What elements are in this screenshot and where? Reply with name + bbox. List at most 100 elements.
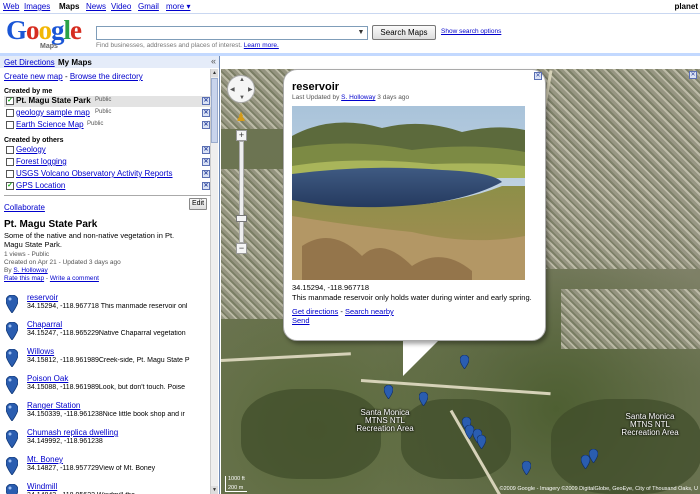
- scroll-down-icon[interactable]: ▼: [211, 486, 218, 494]
- zoom-in-button[interactable]: +: [236, 130, 247, 141]
- get-directions-link[interactable]: Get directions: [292, 307, 338, 316]
- my-map-row[interactable]: geology sample map Public ✕: [4, 108, 211, 119]
- browse-directory-link[interactable]: Browse the directory: [70, 72, 143, 81]
- my-map-row[interactable]: ✓ Pt. Magu State Park Public ✕: [4, 96, 211, 107]
- checkbox[interactable]: [6, 121, 14, 129]
- author-link[interactable]: S. Holloway: [13, 267, 47, 274]
- map-marker-icon[interactable]: [522, 461, 531, 475]
- other-map-row[interactable]: Geology ✕: [4, 145, 211, 156]
- learn-more-link[interactable]: Learn more.: [244, 42, 279, 49]
- pan-right-icon[interactable]: ▶: [248, 86, 253, 93]
- map-close-icon[interactable]: ✕: [689, 71, 697, 79]
- place-item[interactable]: Willows 34.15812, -118.961989Creek-side, …: [4, 347, 210, 375]
- send-link[interactable]: Send: [292, 316, 310, 325]
- map-marker-icon[interactable]: [419, 392, 428, 406]
- collapse-panel-icon[interactable]: «: [211, 56, 216, 66]
- search-input[interactable]: ▼: [96, 26, 368, 40]
- write-comment-link[interactable]: Write a comment: [50, 275, 99, 282]
- place-name[interactable]: Chumash replica dwelling: [27, 428, 118, 437]
- map-marker-icon[interactable]: [384, 385, 393, 399]
- nav-maps[interactable]: Maps: [59, 2, 79, 11]
- google-maps-logo[interactable]: Google Maps: [6, 17, 90, 51]
- checkbox[interactable]: [6, 146, 14, 154]
- place-name[interactable]: Mt. Boney: [27, 455, 63, 464]
- tab-get-directions[interactable]: Get Directions: [4, 58, 55, 67]
- map-name[interactable]: USGS Volcano Observatory Activity Report…: [16, 169, 173, 178]
- remove-icon[interactable]: ✕: [202, 109, 210, 117]
- map-pin-icon[interactable]: [6, 322, 18, 340]
- remove-icon[interactable]: ✕: [202, 170, 210, 178]
- map-pin-icon[interactable]: [6, 376, 18, 394]
- checkbox[interactable]: [6, 170, 14, 178]
- map-marker-icon[interactable]: [460, 355, 469, 369]
- map-pin-icon[interactable]: [6, 484, 18, 494]
- nav-gmail[interactable]: Gmail: [138, 2, 159, 11]
- place-item[interactable]: Mt. Boney 34.14827, -118.957729View of Mt…: [4, 455, 210, 483]
- pan-up-icon[interactable]: ▲: [239, 77, 245, 83]
- place-name[interactable]: reservoir: [27, 293, 58, 302]
- tab-my-maps[interactable]: My Maps: [58, 58, 92, 67]
- checkbox[interactable]: [6, 158, 14, 166]
- map-name[interactable]: geology sample map: [16, 108, 90, 117]
- map-name[interactable]: Pt. Magu State Park: [16, 96, 91, 105]
- checkbox[interactable]: [6, 109, 14, 117]
- sidebar-scrollbar[interactable]: ▲ ▼: [210, 69, 218, 494]
- nav-images[interactable]: Images: [24, 2, 50, 11]
- pan-down-icon[interactable]: ▼: [239, 95, 245, 101]
- map-pin-icon[interactable]: [6, 349, 18, 367]
- map-pin-icon[interactable]: [6, 430, 18, 448]
- place-item[interactable]: Chumash replica dwelling 34.149992, -118.…: [4, 428, 210, 456]
- other-map-row[interactable]: USGS Volcano Observatory Activity Report…: [4, 169, 211, 180]
- pan-control[interactable]: ▲ ▼ ◀ ▶: [227, 75, 255, 103]
- map-name[interactable]: Geology: [16, 145, 46, 154]
- place-item[interactable]: Ranger Station 34.150339, -118.961238Nice…: [4, 401, 210, 429]
- place-item[interactable]: Windmill34.14843, -118.95622 Windmill th…: [4, 482, 210, 494]
- place-item[interactable]: reservoir 34.15294, -118.967718 This manm…: [4, 293, 210, 321]
- collaborate-link[interactable]: Collaborate: [4, 203, 45, 212]
- remove-icon[interactable]: ✕: [202, 158, 210, 166]
- map-name[interactable]: Earth Science Map: [16, 120, 84, 129]
- place-name[interactable]: Poison Oak: [27, 374, 68, 383]
- create-new-map-link[interactable]: Create new map: [4, 72, 63, 81]
- street-view-pegman-icon[interactable]: ♟: [235, 110, 247, 124]
- remove-icon[interactable]: ✕: [202, 146, 210, 154]
- place-name[interactable]: Willows: [27, 347, 54, 356]
- map-pin-icon[interactable]: [6, 403, 18, 421]
- other-map-row[interactable]: Forest logging ✕: [4, 157, 211, 168]
- other-map-row[interactable]: ✓ GPS Location ✕: [4, 181, 211, 192]
- nav-video[interactable]: Video: [111, 2, 131, 11]
- scroll-thumb[interactable]: [211, 78, 218, 143]
- search-maps-button[interactable]: Search Maps: [372, 25, 436, 40]
- remove-icon[interactable]: ✕: [202, 121, 210, 129]
- scroll-up-icon[interactable]: ▲: [211, 69, 218, 77]
- zoom-out-button[interactable]: −: [236, 243, 247, 254]
- rate-map-link[interactable]: Rate this map: [4, 275, 44, 282]
- remove-icon[interactable]: ✕: [202, 182, 210, 190]
- map-marker-icon[interactable]: [477, 435, 486, 449]
- map-marker-icon[interactable]: [589, 449, 598, 463]
- place-name[interactable]: Windmill: [27, 482, 57, 491]
- place-item[interactable]: Poison Oak 34.15088, -118.961989Look, but…: [4, 374, 210, 402]
- my-map-row[interactable]: Earth Science Map Public ✕: [4, 120, 211, 131]
- author-link[interactable]: S. Holloway: [341, 94, 375, 101]
- show-search-options-link[interactable]: Show search options: [441, 28, 501, 35]
- place-name[interactable]: Ranger Station: [27, 401, 80, 410]
- checkbox-checked[interactable]: ✓: [6, 182, 14, 190]
- checkbox-checked[interactable]: ✓: [6, 97, 14, 105]
- map-pin-icon[interactable]: [6, 295, 18, 313]
- nav-news[interactable]: News: [86, 2, 106, 11]
- remove-icon[interactable]: ✕: [202, 97, 210, 105]
- dropdown-arrow-icon[interactable]: ▼: [356, 28, 366, 38]
- search-nearby-link[interactable]: Search nearby: [345, 307, 394, 316]
- map-pin-icon[interactable]: [6, 457, 18, 475]
- zoom-slider-handle[interactable]: [236, 215, 247, 222]
- nav-web[interactable]: Web: [3, 2, 19, 11]
- edit-button[interactable]: Edit: [189, 198, 207, 210]
- pan-left-icon[interactable]: ◀: [230, 86, 235, 93]
- map-name[interactable]: Forest logging: [16, 157, 67, 166]
- map-name[interactable]: GPS Location: [16, 181, 65, 190]
- place-item[interactable]: Chaparral 34.15247, -118.965229Native Cha…: [4, 320, 210, 348]
- close-icon[interactable]: ✕: [534, 72, 542, 80]
- place-name[interactable]: Chaparral: [27, 320, 62, 329]
- nav-more[interactable]: more ▾: [166, 2, 190, 11]
